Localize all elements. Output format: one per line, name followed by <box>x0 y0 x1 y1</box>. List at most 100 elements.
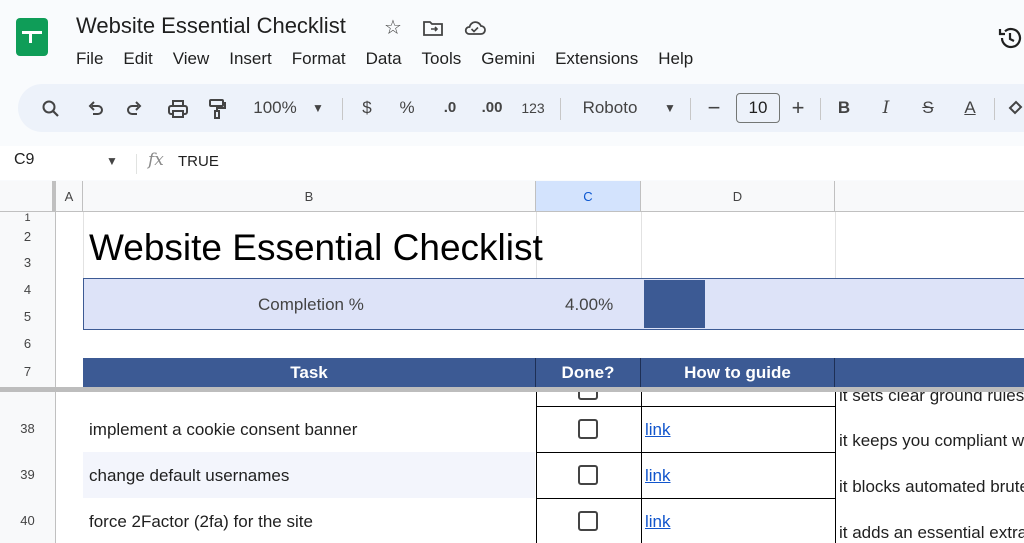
fill-color-icon[interactable] <box>1006 84 1024 132</box>
toolbar-divider <box>994 98 995 120</box>
bold-button[interactable]: B <box>832 84 856 132</box>
row-header[interactable]: 2 <box>0 224 56 250</box>
font-dropdown-chevron-icon[interactable]: ▼ <box>662 84 678 132</box>
cloud-status-icon[interactable] <box>462 15 488 41</box>
row-header[interactable]: 39 <box>0 452 56 498</box>
decrease-decimals-button[interactable]: .0 <box>436 84 464 132</box>
menu-extensions[interactable]: Extensions <box>545 48 648 70</box>
grid-line <box>835 212 836 278</box>
cell-border <box>536 392 537 543</box>
row-header[interactable]: 38 <box>0 406 56 452</box>
column-header-e[interactable] <box>835 181 1024 212</box>
cell-border <box>835 392 836 543</box>
task-description[interactable]: it keeps you compliant w <box>839 431 1024 451</box>
increase-decimals-button[interactable]: .00 <box>476 84 508 132</box>
table-header: Task Done? How to guide <box>83 358 1024 387</box>
menu-format[interactable]: Format <box>282 48 356 70</box>
row-header[interactable]: 7 <box>0 357 56 387</box>
version-history-icon[interactable] <box>996 24 1024 52</box>
task-description[interactable]: it adds an essential extra <box>839 523 1024 543</box>
done-checkbox[interactable] <box>578 392 598 400</box>
grid-line <box>83 212 84 278</box>
column-header-d[interactable]: D <box>641 181 835 212</box>
menu-edit[interactable]: Edit <box>113 48 162 70</box>
menu-insert[interactable]: Insert <box>219 48 282 70</box>
zoom-select[interactable]: 100% <box>248 84 302 132</box>
row-header[interactable]: 3 <box>0 250 56 276</box>
menu-data[interactable]: Data <box>356 48 412 70</box>
row-header[interactable]: 5 <box>0 303 56 330</box>
column-header-a[interactable]: A <box>56 181 83 212</box>
cell-border <box>536 498 836 499</box>
toolbar-divider <box>342 98 343 120</box>
toolbar: 100% ▼ $ % .0 .00 123 Roboto ▼ − 10 + B … <box>18 84 1024 132</box>
header-task[interactable]: Task <box>83 358 536 387</box>
print-icon[interactable] <box>164 84 192 132</box>
move-folder-icon[interactable] <box>420 15 446 41</box>
task-description[interactable]: it sets clear ground rules <box>839 392 1024 406</box>
search-menus-icon[interactable] <box>38 84 64 132</box>
menu-view[interactable]: View <box>163 48 220 70</box>
currency-format-button[interactable]: $ <box>356 84 378 132</box>
name-box-chevron-icon[interactable]: ▼ <box>106 154 118 168</box>
formula-bar: C9 ▼ fx TRUE <box>0 146 1024 180</box>
task-description[interactable]: it blocks automated brute <box>839 477 1024 497</box>
header-why[interactable] <box>835 358 1024 387</box>
font-size-input[interactable]: 10 <box>736 93 780 123</box>
cell-border <box>536 452 836 453</box>
formula-bar-divider <box>136 154 137 174</box>
header-how-to-guide[interactable]: How to guide <box>641 358 835 387</box>
menu-tools[interactable]: Tools <box>412 48 472 70</box>
text-color-button[interactable]: A <box>956 84 984 132</box>
completion-value[interactable]: 4.00% <box>565 295 613 315</box>
increase-font-size-button[interactable]: + <box>786 84 810 132</box>
task-cell[interactable]: implement a cookie consent banner <box>89 420 357 440</box>
scrolled-rows: it sets clear ground rules implement a c… <box>56 392 1024 543</box>
sheet-title-cell[interactable]: Website Essential Checklist <box>89 227 543 269</box>
cell-border <box>536 406 836 407</box>
select-all-corner[interactable] <box>0 181 56 212</box>
done-checkbox[interactable] <box>578 419 598 439</box>
completion-label[interactable]: Completion % <box>258 295 364 315</box>
sheets-logo-icon[interactable] <box>16 18 48 56</box>
document-title[interactable]: Website Essential Checklist <box>76 13 346 39</box>
task-cell[interactable]: change default usernames <box>89 466 289 486</box>
row-header-partial <box>0 392 56 406</box>
completion-progress-bar <box>644 280 705 328</box>
done-checkbox[interactable] <box>578 465 598 485</box>
toolbar-divider <box>560 98 561 120</box>
cell-border <box>641 392 642 543</box>
row-header[interactable]: 40 <box>0 498 56 543</box>
percent-format-button[interactable]: % <box>396 84 418 132</box>
menu-file[interactable]: File <box>76 48 113 70</box>
column-header-b[interactable]: B <box>83 181 536 212</box>
column-header-c[interactable]: C <box>536 181 641 212</box>
done-checkbox[interactable] <box>578 511 598 531</box>
font-family-select[interactable]: Roboto <box>576 84 644 132</box>
row-header[interactable]: 6 <box>0 330 56 357</box>
grid-line <box>641 212 642 278</box>
guide-link[interactable]: link <box>645 420 671 440</box>
name-box[interactable]: C9 <box>14 151 34 169</box>
star-icon[interactable]: ☆ <box>380 15 406 41</box>
formula-input[interactable]: TRUE <box>178 153 219 170</box>
more-formats-button[interactable]: 123 <box>518 84 548 132</box>
guide-link[interactable]: link <box>645 466 671 486</box>
menu-help[interactable]: Help <box>648 48 703 70</box>
guide-link[interactable]: link <box>645 512 671 532</box>
decrease-font-size-button[interactable]: − <box>702 84 726 132</box>
toolbar-divider <box>820 98 821 120</box>
zoom-dropdown-chevron-icon[interactable]: ▼ <box>310 84 326 132</box>
undo-icon[interactable] <box>82 84 108 132</box>
strikethrough-button[interactable]: S <box>916 84 940 132</box>
toolbar-divider <box>690 98 691 120</box>
redo-icon[interactable] <box>122 84 148 132</box>
task-cell[interactable]: force 2Factor (2fa) for the site <box>89 512 313 532</box>
row-header[interactable]: 4 <box>0 276 56 303</box>
row-header[interactable]: 1 <box>0 212 56 224</box>
header-done[interactable]: Done? <box>536 358 641 387</box>
paint-format-icon[interactable] <box>204 84 230 132</box>
italic-button[interactable]: I <box>874 84 898 132</box>
completion-row <box>83 278 1024 330</box>
menu-gemini[interactable]: Gemini <box>471 48 545 70</box>
